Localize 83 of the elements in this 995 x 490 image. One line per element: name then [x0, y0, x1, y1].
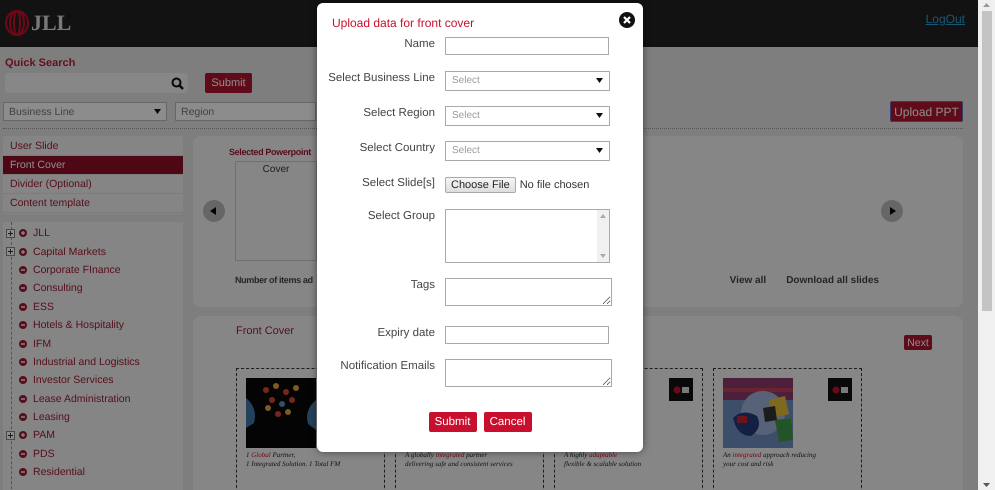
file-status: No file chosen: [520, 178, 590, 190]
previous-button[interactable]: [203, 200, 225, 222]
business-line-select[interactable]: Business Line: [3, 102, 167, 121]
panel-title: Front Cover: [236, 325, 294, 339]
region-select[interactable]: Region: [175, 102, 316, 121]
choose-file-button[interactable]: Choose File: [445, 176, 516, 192]
menu-item[interactable]: Content template: [3, 194, 183, 213]
tree-item[interactable]: Residential: [33, 466, 85, 478]
tree-item[interactable]: JLL: [33, 227, 50, 240]
minus-circle-icon: [19, 394, 27, 403]
tree-item[interactable]: IFM: [33, 338, 52, 350]
tree-item[interactable]: Capital Markets: [33, 246, 106, 258]
submit-button[interactable]: Submit: [205, 73, 252, 93]
panel-link[interactable]: Download all slides: [786, 275, 879, 286]
field-label: Tags: [410, 278, 435, 292]
minus-circle-icon: [19, 284, 27, 292]
scroll-down-icon[interactable]: [983, 483, 990, 487]
input-field[interactable]: [445, 326, 609, 344]
tree-item[interactable]: Hotels & Hospitality: [33, 319, 124, 332]
field-label: Name: [403, 37, 435, 52]
next-arrow-button[interactable]: [881, 200, 903, 222]
logout-link[interactable]: LogOut: [926, 12, 965, 26]
plus-circle-icon: [19, 248, 27, 256]
caret-icon: [596, 113, 603, 118]
minus-circle-icon: [19, 450, 27, 458]
cover-label: Cover: [262, 164, 290, 177]
menu-item[interactable]: Divider (Optional): [3, 175, 183, 194]
text-area[interactable]: [445, 359, 612, 387]
quick-search-title: Quick Search: [5, 57, 76, 70]
next-button[interactable]: Next: [904, 335, 932, 350]
dialog-title: Upload data for front cover: [332, 16, 476, 30]
plus-circle-icon: [19, 229, 27, 238]
caret-icon: [154, 109, 161, 114]
tree-item[interactable]: Corporate FInance: [33, 264, 121, 276]
field-label: Select Country: [358, 140, 435, 156]
expand-icon[interactable]: [6, 247, 14, 256]
minus-circle-icon: [19, 266, 27, 274]
input-field[interactable]: [445, 37, 609, 55]
dialog-button[interactable]: Cancel: [484, 412, 532, 432]
minus-circle-icon: [19, 468, 27, 476]
select-field[interactable]: Select: [445, 106, 610, 126]
rings-logo-icon: [5, 10, 29, 36]
caret-icon: [596, 148, 603, 153]
minus-circle-icon: [19, 340, 27, 348]
panel-title: Selected Powerpoint: [229, 147, 311, 157]
search-icon[interactable]: [171, 76, 184, 90]
panel-link[interactable]: View all: [730, 275, 766, 286]
tree-item[interactable]: ESS: [33, 300, 54, 313]
field-label: Expiry date: [376, 326, 435, 340]
minus-circle-icon: [19, 413, 27, 422]
tree-item[interactable]: Investor Services: [33, 374, 114, 386]
items-count: Number of items ad: [235, 275, 313, 286]
select-field[interactable]: Select: [445, 70, 610, 90]
logo-text: JLL: [31, 10, 72, 36]
tree-item[interactable]: PDS: [33, 448, 55, 460]
list-box[interactable]: [445, 208, 610, 262]
upload-ppt-button[interactable]: Upload PPT: [890, 101, 963, 122]
tree-item[interactable]: Consulting: [33, 282, 83, 294]
scroll-up-icon[interactable]: [600, 214, 606, 218]
scrollbar-thumb[interactable]: [982, 11, 992, 311]
minus-circle-icon: [19, 376, 27, 384]
expand-icon[interactable]: [6, 430, 14, 440]
caret-icon: [596, 78, 603, 83]
minus-circle-icon: [19, 321, 27, 330]
scroll-up-icon[interactable]: [983, 3, 990, 7]
field-label: Select Region: [362, 106, 435, 120]
select-field[interactable]: Select: [445, 140, 610, 160]
field-label: Select Group: [366, 208, 435, 224]
minus-circle-icon: [19, 302, 27, 311]
expand-icon[interactable]: [6, 228, 14, 238]
plus-circle-icon: [19, 431, 27, 440]
tree-item[interactable]: Industrial and Logistics: [33, 356, 140, 368]
tree-item[interactable]: Leasing: [33, 411, 70, 424]
close-button[interactable]: [619, 12, 635, 28]
dialog-button[interactable]: Submit: [428, 412, 476, 432]
field-label: Select Slide[s]: [361, 176, 435, 190]
menu-item[interactable]: Front Cover: [3, 156, 183, 175]
minus-circle-icon: [19, 358, 27, 366]
text-area[interactable]: [445, 278, 612, 306]
tree-item[interactable]: Lease Administration: [33, 392, 130, 405]
field-label: Select Business Line: [327, 70, 435, 86]
tree-item[interactable]: PAM: [33, 429, 55, 442]
search-field[interactable]: [5, 73, 188, 93]
